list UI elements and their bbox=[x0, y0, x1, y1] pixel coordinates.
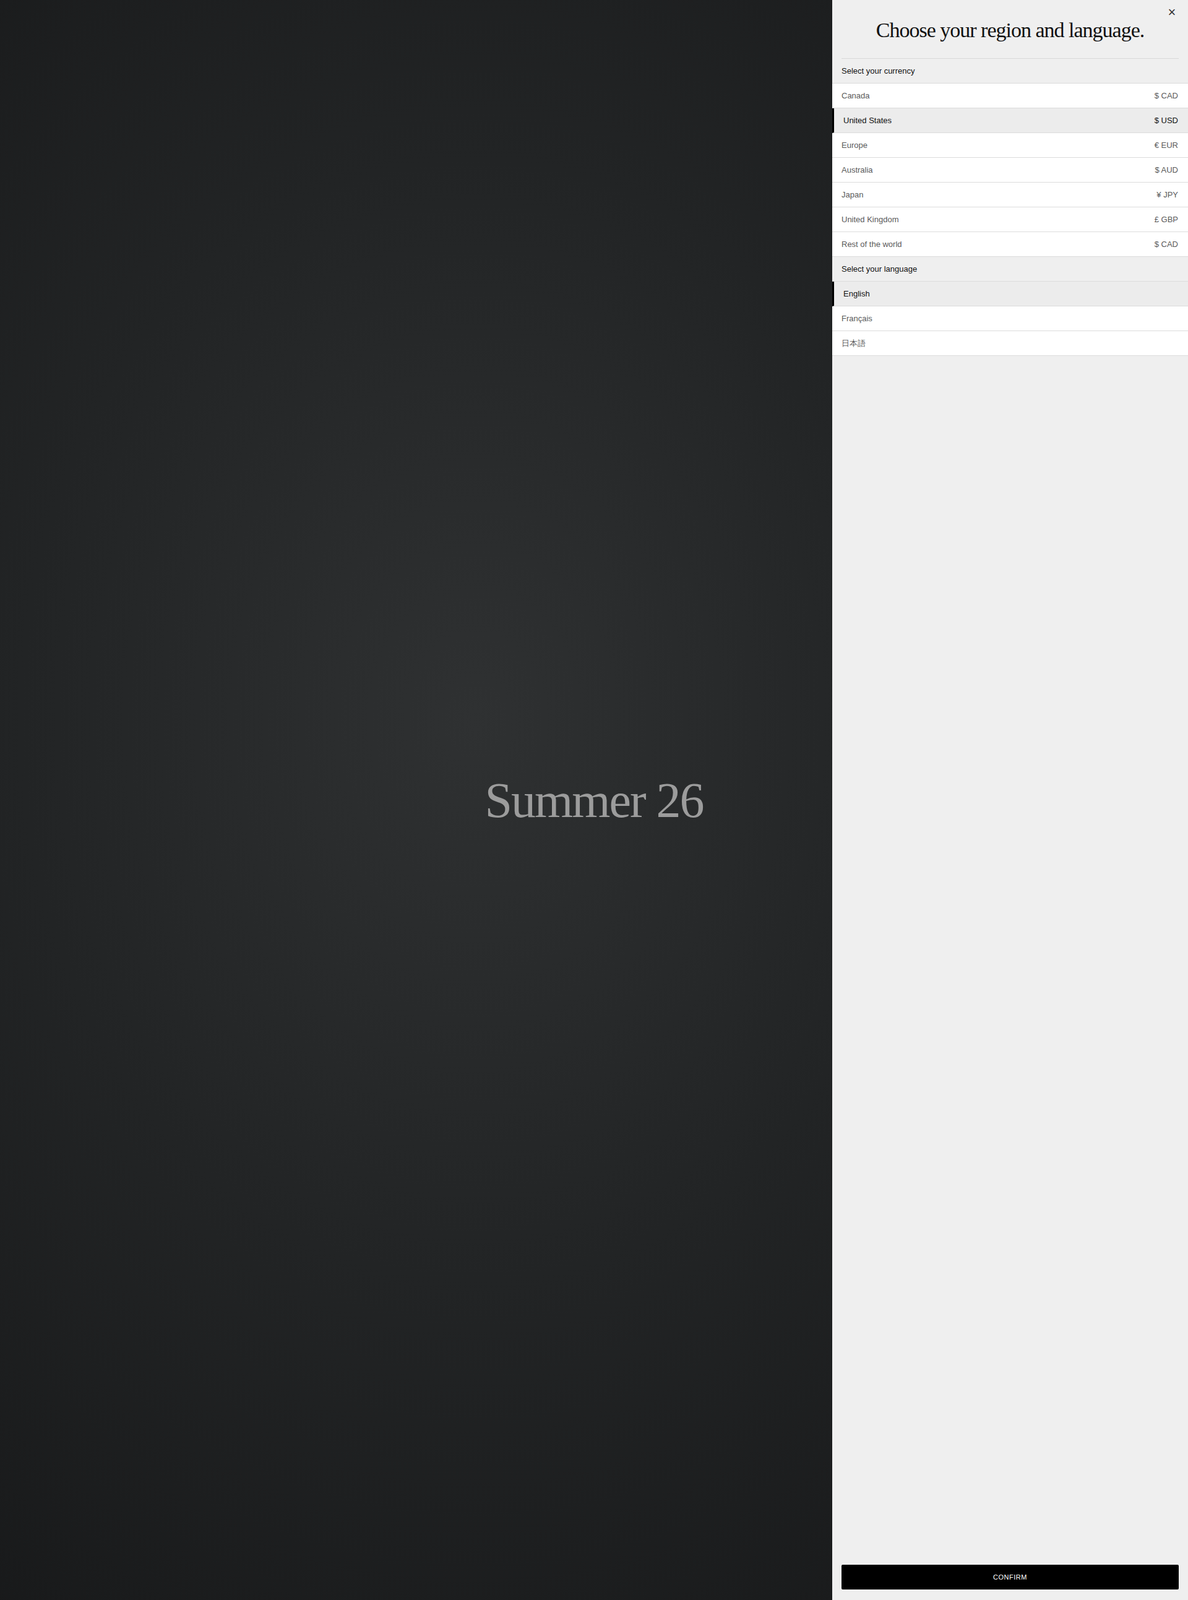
option-label: Canada bbox=[841, 89, 870, 103]
option-row[interactable]: 日本語 bbox=[832, 331, 1188, 356]
option-label: United Kingdom bbox=[841, 213, 900, 226]
option-label: Rest of the world bbox=[841, 238, 903, 251]
option-row[interactable]: Japan ¥ JPY bbox=[832, 182, 1188, 208]
option-row[interactable]: United States $ USD bbox=[832, 108, 1188, 134]
section-header: Select your language bbox=[832, 256, 1188, 282]
spacer bbox=[832, 355, 1188, 1565]
option-label: United States bbox=[843, 114, 892, 127]
option-row[interactable]: Europe € EUR bbox=[832, 133, 1188, 158]
confirm-button[interactable]: CONFIRM bbox=[841, 1564, 1179, 1589]
option-row[interactable]: Canada $ CAD bbox=[832, 83, 1188, 109]
option-label: Europe bbox=[841, 139, 868, 152]
option-row[interactable]: Australia $ AUD bbox=[832, 157, 1188, 183]
option-currency: $ AUD bbox=[1154, 163, 1179, 177]
close-button[interactable]: × bbox=[1163, 3, 1181, 22]
option-row[interactable]: Rest of the world $ CAD bbox=[832, 232, 1188, 257]
option-currency: £ GBP bbox=[1154, 213, 1179, 226]
option-row[interactable]: English bbox=[832, 281, 1188, 307]
option-currency: $ USD bbox=[1154, 114, 1179, 127]
option-currency: $ CAD bbox=[1154, 238, 1179, 251]
option-currency: ¥ JPY bbox=[1156, 188, 1179, 202]
option-label: Japan bbox=[841, 188, 864, 202]
panel-footer: CONFIRM bbox=[832, 1564, 1188, 1600]
hero-title: Summer 26 bbox=[484, 775, 703, 825]
option-label: Français bbox=[841, 312, 873, 325]
section-header: Select your currency bbox=[832, 58, 1188, 84]
option-currency: € EUR bbox=[1154, 139, 1179, 152]
page: Summer 26 Choose your region and language… bbox=[0, 0, 1188, 1600]
option-label: Australia bbox=[841, 163, 874, 177]
region-panel: Choose your region and language. × Select … bbox=[832, 0, 1188, 1600]
option-row[interactable]: United Kingdom £ GBP bbox=[832, 207, 1188, 233]
option-currency: $ CAD bbox=[1154, 89, 1179, 103]
option-row[interactable]: Français bbox=[832, 306, 1188, 332]
option-label: 日本語 bbox=[841, 337, 866, 350]
panel-title: Choose your region and language. bbox=[876, 14, 1145, 44]
option-label: English bbox=[843, 287, 870, 301]
panel-header: Choose your region and language. bbox=[841, 0, 1179, 59]
